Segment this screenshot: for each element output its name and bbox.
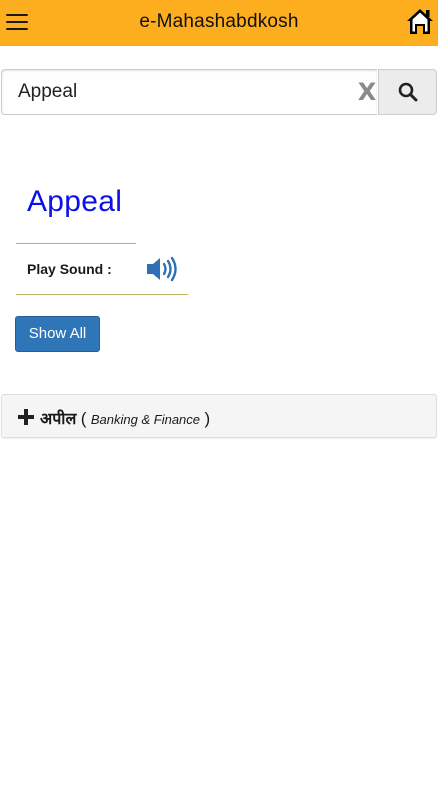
meaning-heading: अपील ( Banking & Finance ) <box>40 407 210 429</box>
home-icon[interactable] <box>406 7 434 35</box>
app-header: e-Mahashabdkosh <box>0 0 438 46</box>
plus-icon[interactable] <box>18 409 34 425</box>
meaning-domain: Banking & Finance <box>90 412 201 427</box>
meaning-word: अपील <box>40 409 77 428</box>
show-all-button[interactable]: Show All <box>15 316 100 352</box>
app-screen: e-Mahashabdkosh X Appeal Play Sound : <box>0 0 438 800</box>
open-paren: ( <box>80 409 87 428</box>
play-sound-label: Play Sound : <box>27 261 112 277</box>
entry-word-heading: Appeal <box>27 185 123 218</box>
clear-search-button[interactable]: X <box>357 80 377 104</box>
meaning-accordion-item[interactable]: अपील ( Banking & Finance ) <box>1 394 437 438</box>
search-input[interactable] <box>18 70 338 114</box>
divider <box>16 243 136 244</box>
search-button[interactable] <box>378 69 437 115</box>
search-icon <box>398 82 417 102</box>
close-paren: ) <box>204 409 211 428</box>
speaker-icon[interactable] <box>146 256 178 282</box>
app-title: e-Mahashabdkosh <box>139 11 299 32</box>
divider <box>16 294 188 295</box>
search-field: X <box>1 69 377 115</box>
